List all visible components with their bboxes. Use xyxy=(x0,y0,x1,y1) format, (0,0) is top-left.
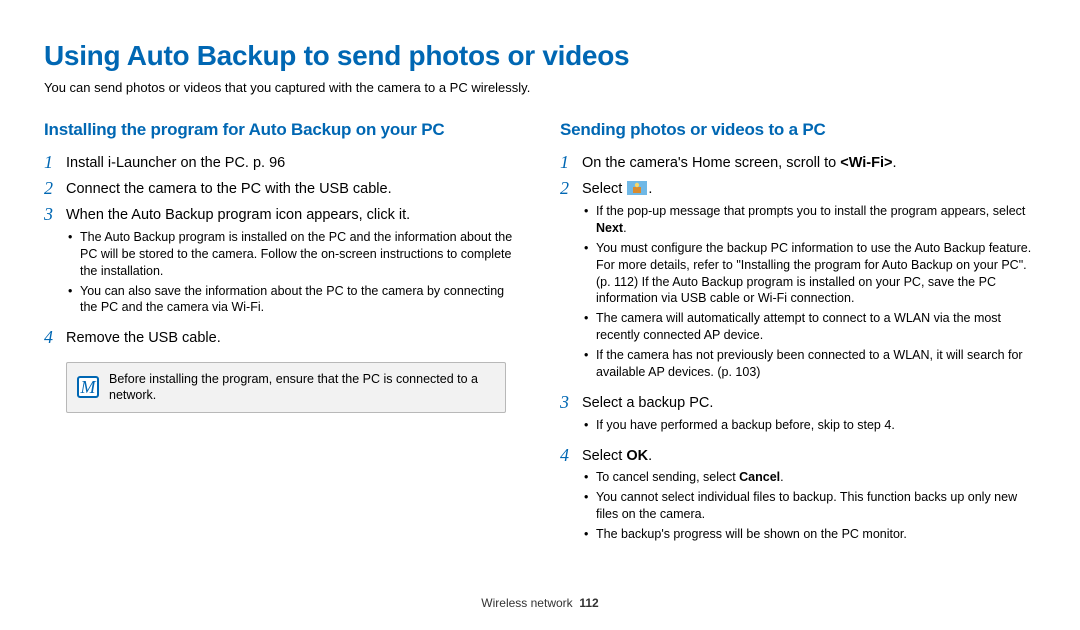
note-text: Before installing the program, ensure th… xyxy=(109,371,495,404)
step-item: 1 On the camera's Home screen, scroll to… xyxy=(560,153,1036,173)
sub-text-post: . xyxy=(780,470,783,484)
footer: Wireless network 112 xyxy=(0,596,1080,612)
sub-bullet: You cannot select individual files to ba… xyxy=(582,489,1036,523)
sub-bullet: You must configure the backup PC informa… xyxy=(582,240,1036,308)
page-intro: You can send photos or videos that you c… xyxy=(44,80,1036,97)
step-item: 1 Install i-Launcher on the PC. p. 96 xyxy=(44,153,520,173)
step-text-pre: Select xyxy=(582,181,626,197)
sub-text-bold: Next xyxy=(596,221,623,235)
step-number: 2 xyxy=(560,179,582,199)
step-text-post: . xyxy=(648,448,652,464)
step-number: 3 xyxy=(44,205,66,225)
step-text-bold: OK xyxy=(626,448,648,464)
left-heading: Installing the program for Auto Backup o… xyxy=(44,119,520,141)
step-text: Connect the camera to the PC with the US… xyxy=(66,179,520,199)
sub-bullet: The backup's progress will be shown on t… xyxy=(582,526,1036,543)
step-text: Install i-Launcher on the PC. p. 96 xyxy=(66,153,520,173)
step-number: 4 xyxy=(560,446,582,466)
step-body: On the camera's Home screen, scroll to <… xyxy=(582,153,1036,173)
step-item: 4 Select OK. To cancel sending, select C… xyxy=(560,446,1036,549)
sub-text-pre: If the pop-up message that prompts you t… xyxy=(596,204,1025,218)
step-number: 3 xyxy=(560,393,582,413)
sub-text-bold: Cancel xyxy=(739,470,780,484)
sub-bullet: You can also save the information about … xyxy=(66,283,520,317)
sub-text-pre: To cancel sending, select xyxy=(596,470,739,484)
step-item: 3 Select a backup PC. If you have perfor… xyxy=(560,393,1036,440)
sub-text-post: . xyxy=(623,221,626,235)
step-body: When the Auto Backup program icon appear… xyxy=(66,205,520,322)
step-number: 1 xyxy=(44,153,66,173)
step-text: Remove the USB cable. xyxy=(66,328,520,348)
step-text-post: . xyxy=(892,155,896,171)
sub-bullets: The Auto Backup program is installed on … xyxy=(66,229,520,316)
step-text-post: . xyxy=(648,181,652,197)
step-item: 3 When the Auto Backup program icon appe… xyxy=(44,205,520,322)
note-box: M Before installing the program, ensure … xyxy=(66,362,506,413)
right-column: Sending photos or videos to a PC 1 On th… xyxy=(560,119,1036,555)
note-icon: M xyxy=(77,376,99,398)
footer-page-number: 112 xyxy=(579,596,598,610)
step-item: 2 Connect the camera to the PC with the … xyxy=(44,179,520,199)
step-text-bold: <Wi-Fi> xyxy=(840,155,892,171)
step-text-pre: On the camera's Home screen, scroll to xyxy=(582,155,840,171)
step-body: Select . If the pop-up message that prom… xyxy=(582,179,1036,387)
step-item: 2 Select . If the pop-up message that pr… xyxy=(560,179,1036,387)
step-number: 1 xyxy=(560,153,582,173)
sub-bullets: If the pop-up message that prompts you t… xyxy=(582,203,1036,381)
footer-label: Wireless network xyxy=(481,596,572,610)
sub-bullet: To cancel sending, select Cancel. xyxy=(582,469,1036,486)
step-text: Select a backup PC. xyxy=(582,395,713,411)
step-number: 2 xyxy=(44,179,66,199)
content-columns: Installing the program for Auto Backup o… xyxy=(44,119,1036,555)
step-text: When the Auto Backup program icon appear… xyxy=(66,207,410,223)
sub-bullets: If you have performed a backup before, s… xyxy=(582,417,1036,434)
auto-backup-icon xyxy=(627,181,647,195)
sub-bullet: The Auto Backup program is installed on … xyxy=(66,229,520,280)
left-steps: 1 Install i-Launcher on the PC. p. 96 2 … xyxy=(44,153,520,348)
sub-bullet: If the pop-up message that prompts you t… xyxy=(582,203,1036,237)
right-heading: Sending photos or videos to a PC xyxy=(560,119,1036,141)
step-body: Select a backup PC. If you have performe… xyxy=(582,393,1036,440)
step-body: Select OK. To cancel sending, select Can… xyxy=(582,446,1036,549)
sub-bullet: If the camera has not previously been co… xyxy=(582,347,1036,381)
step-number: 4 xyxy=(44,328,66,348)
sub-bullets: To cancel sending, select Cancel. You ca… xyxy=(582,469,1036,543)
right-steps: 1 On the camera's Home screen, scroll to… xyxy=(560,153,1036,549)
left-column: Installing the program for Auto Backup o… xyxy=(44,119,520,555)
step-text-pre: Select xyxy=(582,448,626,464)
sub-bullet: If you have performed a backup before, s… xyxy=(582,417,1036,434)
step-item: 4 Remove the USB cable. xyxy=(44,328,520,348)
page-title: Using Auto Backup to send photos or vide… xyxy=(44,38,1036,74)
sub-bullet: The camera will automatically attempt to… xyxy=(582,310,1036,344)
